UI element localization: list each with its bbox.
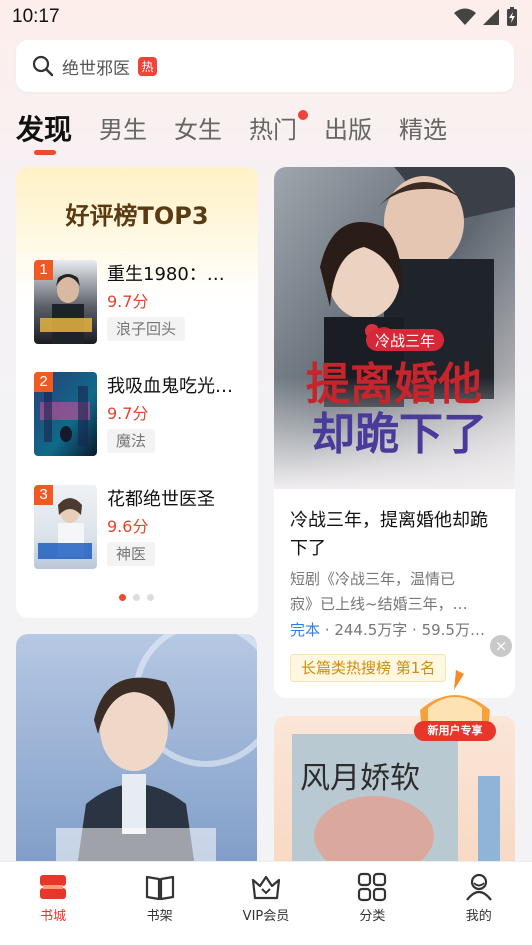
nav-vip[interactable]: VIP会员 [221,872,311,924]
book-score: 9.7分 [107,404,149,423]
bottom-navigation: 书城 书架 VIP会员 分类 我的 [0,861,532,945]
nav-bookshelf[interactable]: 书架 [115,872,205,924]
new-user-label[interactable]: 新用户专享 [414,721,496,741]
bookshelf-icon [145,875,174,901]
rank-item[interactable]: 1 重生1980：… 9.7分 浪子回头 [34,260,258,346]
book-cover-card[interactable] [16,634,257,874]
book-score: 9.7分 [107,292,149,311]
nav-bookstore[interactable]: 书城 [8,872,98,924]
tab-selected[interactable]: 精选 [399,104,447,145]
cover-big-title-2: 却跪下了 [311,409,487,460]
rank-number: 2 [34,372,53,392]
signal-icon [483,9,499,25]
status-icons [454,7,518,27]
book-tag: 浪子回头 [107,317,186,341]
profile-icon [465,873,492,901]
book-score: 9.6分 [107,517,149,536]
tab-discover[interactable]: 发现 [16,104,73,155]
search-bar[interactable]: 绝世邪医 热 [16,40,514,92]
rank-item[interactable]: 2 我吸血鬼吃光… 9.7分 魔法 [34,372,258,458]
tab-label: 男生 [99,116,148,144]
carousel-dot [133,594,140,601]
book-cover: 3 [34,485,97,569]
nav-label: 分类 [359,909,386,924]
book-tag: 魔法 [107,429,156,453]
tab-label: 女生 [174,116,223,144]
category-grid-icon [358,872,387,902]
tab-label: 精选 [399,116,448,144]
cover-big-title-1: 提离婚他 [306,359,482,410]
category-tabs: 发现 男生 女生 热门 出版 精选 [16,104,474,156]
vip-crown-icon [251,875,281,900]
book-cover: 2 [34,372,97,456]
finished-status: 完本 [290,621,321,639]
book-meta-text: · 244.5万字 · 59.5万… [320,621,485,639]
search-hint-text: 绝世邪医 [62,58,130,79]
carousel-dot-active [119,594,126,601]
tab-published[interactable]: 出版 [324,104,372,145]
book-title: 重生1980：… [107,264,225,285]
rank-number: 3 [34,485,53,505]
nav-label: 我的 [465,909,492,924]
close-icon[interactable]: × [490,635,512,657]
nav-category[interactable]: 分类 [327,872,417,924]
featured-book-card[interactable]: 冷战三年 提离婚他 却跪下了 冷战三年，提离婚他却跪下了 短剧《冷战三年，温情已… [274,167,515,698]
tab-male[interactable]: 男生 [99,104,147,145]
rank-item[interactable]: 3 花都绝世医圣 9.6分 神医 [34,485,258,571]
book-title: 花都绝世医圣 [107,489,215,510]
rank-card-title: 好评榜TOP3 [65,202,209,230]
rank-number: 1 [34,260,53,280]
book-tag: 神医 [107,542,156,566]
nav-label: 书架 [146,909,173,924]
tab-hot[interactable]: 热门 [249,104,309,145]
featured-book-meta: 完本 · 244.5万字 · 59.5万… [290,619,504,640]
tab-label: 出版 [324,116,373,144]
tab-label: 发现 [16,113,73,146]
carousel-dot [147,594,154,601]
nav-profile[interactable]: 我的 [434,872,524,924]
book-title: 我吸血鬼吃光… [107,376,233,397]
nav-label: VIP会员 [242,909,290,924]
featured-book-description: 短剧《冷战三年，温情已 寂》已上线~结婚三年，… [290,567,500,617]
tab-label: 热门 [249,116,298,144]
featured-book-title: 冷战三年，提离婚他却跪下了 [290,510,488,559]
cover-title: 风月娇软 [300,761,420,796]
wifi-icon [454,8,476,25]
nav-label: 书城 [40,909,67,924]
cover-small-title: 冷战三年 [375,333,435,350]
description-line: 短剧《冷战三年，温情已 [290,570,456,588]
battery-icon [507,7,517,26]
status-bar: 10:17 [0,0,532,34]
featured-book-cover: 冷战三年 提离婚他 却跪下了 [274,167,515,489]
search-icon [32,55,54,77]
tab-female[interactable]: 女生 [174,104,222,145]
book-cover [16,634,257,874]
carousel-indicator [119,594,154,601]
book-cover: 1 [34,260,97,344]
status-time: 10:17 [12,6,60,27]
description-line: 寂》已上线~结婚三年，… [290,595,468,613]
bookstore-icon [40,875,67,899]
hot-badge: 热 [138,56,157,76]
notification-dot [298,110,309,120]
tab-active-indicator [34,150,56,155]
